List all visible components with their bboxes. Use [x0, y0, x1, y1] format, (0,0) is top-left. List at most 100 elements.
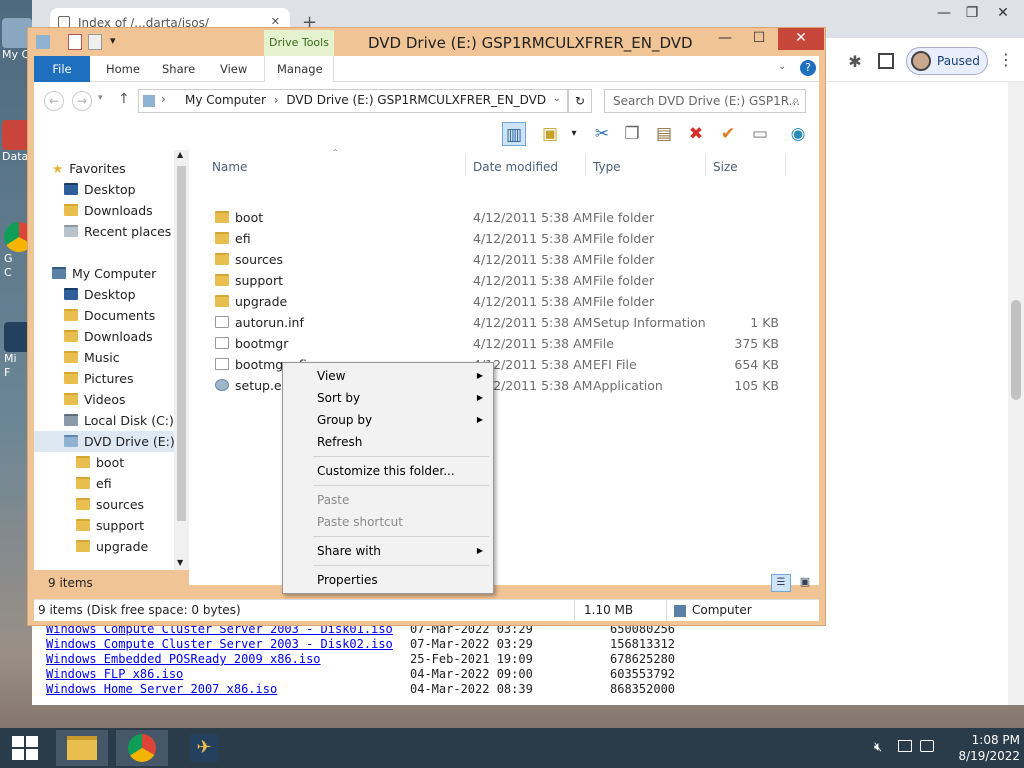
- dropdown-icon[interactable]: ▾: [562, 122, 586, 146]
- delete-icon[interactable]: ✖: [684, 122, 708, 146]
- file-name: upgrade: [235, 294, 288, 309]
- action-center-icon[interactable]: [920, 740, 934, 752]
- shell-icon[interactable]: ◉: [786, 122, 810, 146]
- clock[interactable]: 1:08 PM 8/19/2022: [940, 732, 1020, 764]
- menu-item-share-with[interactable]: Share with ▶: [283, 540, 493, 562]
- customize-toolbar-icon[interactable]: ▾: [110, 34, 116, 47]
- profile-paused-button[interactable]: Paused: [906, 47, 988, 75]
- recent-locations-icon[interactable]: ▾: [98, 93, 103, 103]
- file-row[interactable]: upgrade: [215, 291, 287, 312]
- nav-local-disk[interactable]: Local Disk (C:): [64, 410, 174, 431]
- menu-item-paste-shortcut: Paste shortcut: [317, 515, 403, 529]
- paused-label: Paused: [937, 54, 980, 68]
- large-icons-view-icon[interactable]: ▣: [795, 574, 815, 592]
- iso-link[interactable]: Windows Compute Cluster Server 2003 - Di…: [46, 637, 393, 651]
- taskbar-flight[interactable]: ✈: [178, 730, 230, 766]
- paste-icon[interactable]: ▤: [652, 122, 676, 146]
- menu-item-group-by[interactable]: Group by ▶: [283, 409, 493, 431]
- nav-sources[interactable]: sources: [76, 494, 144, 515]
- explorer-titlebar[interactable]: ▾ Drive Tools DVD Drive (E:) GSP1RMCULXF…: [28, 28, 825, 56]
- tab-share[interactable]: Share: [150, 56, 207, 82]
- nav-my-computer[interactable]: My Computer: [52, 263, 156, 284]
- search-input[interactable]: Search DVD Drive (E:) GSP1R... ⌕: [604, 89, 806, 113]
- nav-fav-downloads[interactable]: Downloads: [64, 200, 153, 221]
- tab-home[interactable]: Home: [94, 56, 152, 82]
- address-bar[interactable]: › My Computer › DVD Drive (E:) GSP1RMCUL…: [138, 89, 568, 113]
- nav-support[interactable]: support: [76, 515, 144, 536]
- file-row[interactable]: autorun.inf: [215, 312, 304, 333]
- preview-pane-icon[interactable]: ▥: [502, 122, 526, 146]
- nav-fav-desktop[interactable]: Desktop: [64, 179, 136, 200]
- file-row[interactable]: bootmgr: [215, 333, 288, 354]
- iso-link[interactable]: Windows FLP x86.iso: [46, 667, 183, 681]
- nav-favorites[interactable]: ★ Favorites: [52, 158, 126, 179]
- menu-item-sort-by[interactable]: Sort by ▶: [283, 387, 493, 409]
- folder-icon: [215, 274, 229, 286]
- details-view-icon[interactable]: ☰: [771, 574, 791, 592]
- nav-scroll-thumb[interactable]: [177, 166, 186, 521]
- close-button[interactable]: ✕: [987, 2, 1019, 24]
- copy-icon[interactable]: ❐: [620, 122, 644, 146]
- column-header-type[interactable]: Type: [593, 160, 621, 174]
- nav-downloads[interactable]: Downloads: [64, 326, 153, 347]
- scroll-up-icon[interactable]: ▲: [177, 150, 183, 159]
- tab-view[interactable]: View: [208, 56, 259, 82]
- minimize-button[interactable]: —: [708, 28, 742, 50]
- forward-button[interactable]: →: [72, 91, 92, 111]
- file-row[interactable]: boot: [215, 207, 263, 228]
- network-icon[interactable]: [898, 740, 912, 752]
- move-to-icon[interactable]: ▣: [538, 122, 562, 146]
- file-type: File folder: [593, 231, 655, 246]
- start-icon[interactable]: [12, 736, 38, 760]
- restore-button[interactable]: ❐: [956, 2, 988, 24]
- nav-dvd-drive[interactable]: DVD Drive (E:) GS: [34, 431, 196, 452]
- nav-documents[interactable]: Documents: [64, 305, 155, 326]
- nav-fav-recent[interactable]: Recent places: [64, 221, 171, 242]
- menu-item-refresh[interactable]: Refresh: [283, 431, 493, 453]
- volume-muted-icon[interactable]: 🔇︎: [874, 740, 882, 755]
- back-button[interactable]: ←: [44, 91, 64, 111]
- tab-manage[interactable]: Manage: [264, 56, 334, 82]
- refresh-button[interactable]: ↻: [568, 89, 592, 113]
- cut-icon[interactable]: ✂: [590, 122, 614, 146]
- rename-check-icon[interactable]: ✔: [716, 122, 740, 146]
- nav-efi[interactable]: efi: [76, 473, 112, 494]
- taskbar-chrome[interactable]: [116, 730, 168, 766]
- menu-item-properties[interactable]: Properties: [283, 569, 493, 591]
- up-button[interactable]: ↑: [118, 91, 130, 107]
- drive-icon: [36, 35, 50, 49]
- nav-upgrade[interactable]: upgrade: [76, 536, 148, 557]
- column-header-date[interactable]: Date modified: [473, 160, 558, 174]
- browser-scroll-thumb[interactable]: [1011, 300, 1021, 400]
- iso-link[interactable]: Windows Embedded POSReady 2009 x86.iso: [46, 652, 321, 666]
- menu-icon[interactable]: ⋮: [998, 50, 1014, 69]
- extensions-icon[interactable]: ✱: [846, 52, 864, 71]
- nav-music[interactable]: Music: [64, 347, 120, 368]
- menu-item-view[interactable]: View ▶: [283, 365, 493, 387]
- properties-icon[interactable]: [68, 34, 82, 50]
- expand-ribbon-icon[interactable]: ⌄: [778, 61, 786, 72]
- file-row[interactable]: sources: [215, 249, 283, 270]
- properties-icon[interactable]: ▭: [748, 122, 772, 146]
- nav-videos[interactable]: Videos: [64, 389, 126, 410]
- column-header-size[interactable]: Size: [713, 160, 738, 174]
- breadcrumb-my-computer[interactable]: My Computer: [185, 93, 266, 107]
- help-icon[interactable]: ?: [800, 60, 816, 76]
- nav-boot[interactable]: boot: [76, 452, 124, 473]
- file-row[interactable]: efi: [215, 228, 251, 249]
- taskbar-explorer[interactable]: [56, 730, 108, 766]
- nav-desktop[interactable]: Desktop: [64, 284, 136, 305]
- address-dropdown-icon[interactable]: ⌄: [553, 93, 561, 104]
- breadcrumb-dvd-drive[interactable]: DVD Drive (E:) GSP1RMCULXFRER_EN_DVD: [286, 93, 546, 107]
- close-button[interactable]: ✕: [778, 28, 824, 50]
- nav-pictures[interactable]: Pictures: [64, 368, 134, 389]
- side-panel-icon[interactable]: [878, 53, 894, 69]
- column-header-name[interactable]: Name: [212, 160, 247, 174]
- tab-file[interactable]: File: [34, 56, 90, 82]
- maximize-button[interactable]: ☐: [742, 28, 776, 50]
- new-folder-icon[interactable]: [88, 34, 102, 50]
- iso-link[interactable]: Windows Home Server 2007 x86.iso: [46, 682, 277, 696]
- scroll-down-icon[interactable]: ▼: [177, 558, 183, 567]
- menu-item-customize[interactable]: Customize this folder...: [283, 460, 493, 482]
- file-row[interactable]: support: [215, 270, 283, 291]
